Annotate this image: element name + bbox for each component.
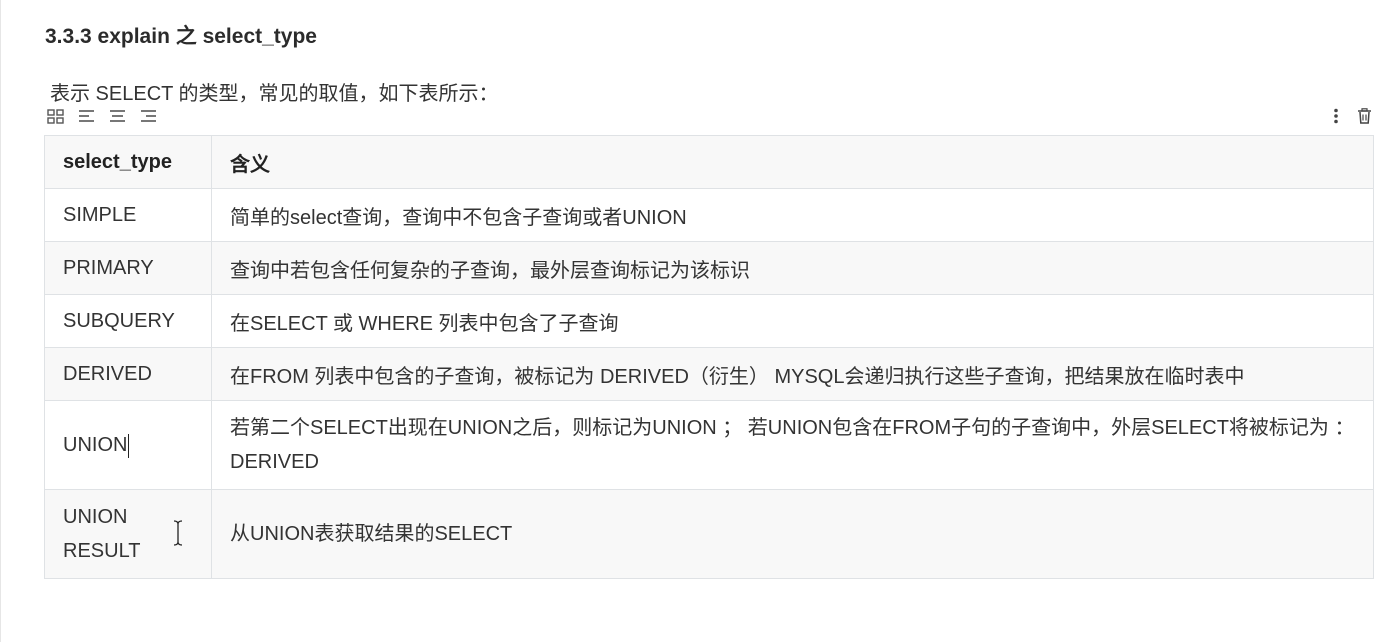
header-meaning[interactable]: 含义 <box>211 135 1374 189</box>
more-vertical-icon[interactable] <box>1326 107 1345 125</box>
cell-select-type[interactable]: SUBQUERY <box>44 294 212 348</box>
header-select-type[interactable]: select_type <box>44 135 212 189</box>
table-row: UNION RESULT 从UNION表获取结果的SELECT <box>44 489 1374 579</box>
table-toolbar-right <box>1326 107 1374 125</box>
table-row: DERIVED 在FROM 列表中包含的子查询，被标记为 DERIVED（衍生）… <box>44 347 1374 401</box>
document-page: 3.3.3 explain 之 select_type 表示 SELECT 的类… <box>0 0 1392 642</box>
cell-meaning[interactable]: 若第二个SELECT出现在UNION之后，则标记为UNION ； 若UNION包… <box>211 400 1374 490</box>
cell-select-type-text: UNION <box>63 434 128 456</box>
cell-meaning[interactable]: 在SELECT 或 WHERE 列表中包含了子查询 <box>211 294 1374 348</box>
align-left-icon[interactable] <box>77 107 96 125</box>
text-cursor-icon <box>172 520 184 546</box>
table-header-row: select_type 含义 <box>44 135 1374 189</box>
cell-meaning[interactable]: 查询中若包含任何复杂的子查询，最外层查询标记为该标识 <box>211 241 1374 295</box>
table-row: SIMPLE 简单的select查询，查询中不包含子查询或者UNION <box>44 188 1374 242</box>
cell-meaning[interactable]: 简单的select查询，查询中不包含子查询或者UNION <box>211 188 1374 242</box>
table-row: SUBQUERY 在SELECT 或 WHERE 列表中包含了子查询 <box>44 294 1374 348</box>
align-center-icon[interactable] <box>108 107 127 125</box>
cell-select-type-active[interactable]: UNION <box>44 400 212 490</box>
cell-select-type[interactable]: UNION RESULT <box>44 489 212 579</box>
intro-paragraph[interactable]: 表示 SELECT 的类型，常见的取值，如下表所示： <box>50 77 499 106</box>
trash-icon[interactable] <box>1355 107 1374 125</box>
cell-select-type[interactable]: DERIVED <box>44 347 212 401</box>
text-caret <box>128 433 130 458</box>
cell-meaning[interactable]: 在FROM 列表中包含的子查询，被标记为 DERIVED（衍生） MYSQL会递… <box>211 347 1374 401</box>
table-row: UNION 若第二个SELECT出现在UNION之后，则标记为UNION ； 若… <box>44 400 1374 490</box>
align-right-icon[interactable] <box>139 107 158 125</box>
cell-select-type[interactable]: PRIMARY <box>44 241 212 295</box>
table-toolbar-left <box>46 107 158 125</box>
select-type-table: select_type 含义 SIMPLE 简单的select查询，查询中不包含… <box>44 135 1374 579</box>
section-heading: 3.3.3 explain 之 select_type <box>45 25 317 48</box>
table-row: PRIMARY 查询中若包含任何复杂的子查询，最外层查询标记为该标识 <box>44 241 1374 295</box>
grid-icon[interactable] <box>46 107 65 125</box>
cell-select-type[interactable]: SIMPLE <box>44 188 212 242</box>
cell-meaning[interactable]: 从UNION表获取结果的SELECT <box>211 489 1374 579</box>
